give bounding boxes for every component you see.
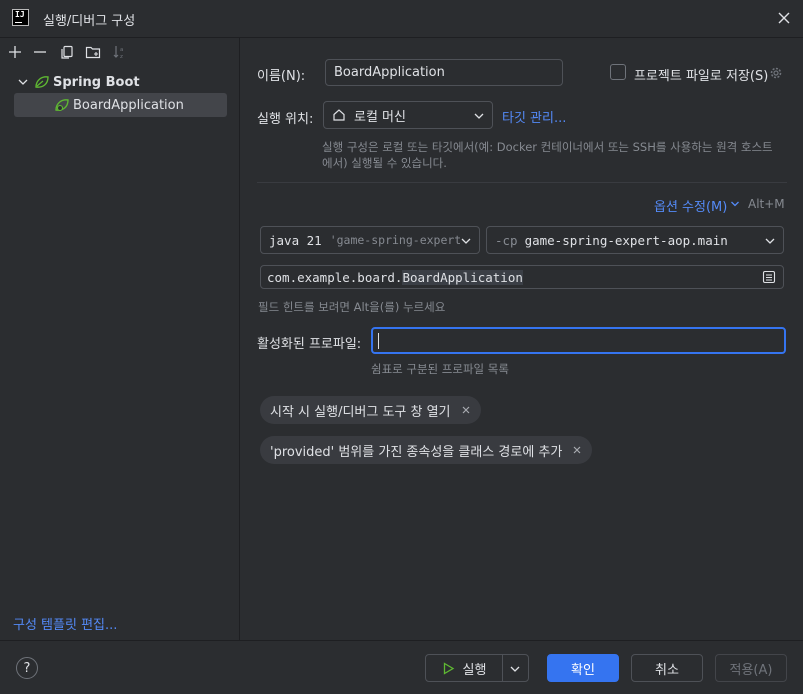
chevron-down-icon: [460, 235, 472, 247]
main-class-name: BoardApplication: [402, 269, 523, 285]
tree-item-board-application[interactable]: BoardApplication: [14, 93, 227, 117]
manage-targets-link[interactable]: 타깃 관리...: [502, 107, 566, 126]
window-title: 실행/디버그 구성: [43, 14, 136, 29]
jdk-dropdown[interactable]: java 21 'game-spring-expert: [260, 226, 480, 254]
copy-icon[interactable]: [59, 44, 75, 60]
classpath-module: game-spring-expert-aop.main: [524, 232, 728, 248]
sort-icon[interactable]: a z: [112, 44, 128, 60]
spring-boot-icon: [35, 76, 49, 88]
run-on-dropdown[interactable]: 로컬 머신: [323, 101, 493, 129]
classpath-flag: -cp: [495, 232, 518, 248]
option-chip-open-tool-window[interactable]: 시작 시 실행/디버그 도구 창 열기: [260, 396, 481, 424]
run-on-label: 실행 위치:: [257, 112, 314, 127]
close-icon[interactable]: [572, 445, 582, 455]
chevron-down-icon: [765, 238, 775, 244]
add-icon[interactable]: [7, 44, 23, 60]
tree-item-label: BoardApplication: [73, 97, 184, 113]
tree-group-spring-boot[interactable]: Spring Boot: [16, 70, 140, 94]
svg-text:z: z: [120, 54, 123, 60]
split-divider: [502, 655, 503, 681]
apply-button[interactable]: 적용(A): [715, 654, 787, 682]
gear-icon[interactable]: [768, 65, 784, 81]
config-form-panel: 이름(N): BoardApplication 프로젝트 파일로 저장(S) 실…: [241, 38, 803, 640]
run-button[interactable]: 실행: [426, 655, 502, 681]
name-input-value: BoardApplication: [334, 65, 445, 80]
store-as-project-file-checkbox[interactable]: [610, 64, 626, 80]
edit-templates-link[interactable]: 구성 템플릿 편집...: [13, 614, 117, 633]
svg-text:a: a: [120, 47, 123, 53]
jdk-version: java 21: [269, 232, 322, 248]
close-icon[interactable]: [461, 405, 471, 415]
jdk-module: 'game-spring-expert: [329, 233, 462, 247]
main-class-input[interactable]: com.example.board. BoardApplication: [260, 265, 784, 289]
browse-icon[interactable]: [762, 270, 776, 284]
name-label: 이름(N):: [257, 69, 306, 84]
remove-icon[interactable]: [32, 44, 48, 60]
active-profiles-label: 활성화된 프로파일:: [257, 337, 362, 352]
chevron-down-icon[interactable]: [16, 75, 30, 89]
modify-options-shortcut: Alt+M: [748, 197, 785, 211]
chevron-down-icon[interactable]: [509, 663, 521, 675]
modify-options-link[interactable]: 옵션 수정(M): [654, 196, 727, 215]
chip-label: 시작 시 실행/디버그 도구 창 열기: [270, 404, 451, 420]
config-tree-panel: a z Spring Boot BoardApplication 구성 템플릿 …: [0, 38, 240, 640]
active-profiles-hint: 쉼표로 구분된 프로파일 목록: [371, 362, 509, 376]
run-on-hint-line-2: 에서) 실행될 수 있습니다.: [322, 156, 447, 170]
chevron-down-icon: [474, 113, 484, 119]
name-input[interactable]: BoardApplication: [325, 59, 563, 86]
store-as-project-file-label: 프로젝트 파일로 저장(S): [634, 69, 769, 84]
dialog-footer: ? 실행 확인 취소 적용(A): [0, 640, 803, 694]
text-caret: [378, 332, 379, 349]
help-button[interactable]: ?: [16, 657, 38, 679]
active-profiles-input[interactable]: [371, 327, 786, 354]
run-on-hint-line-1: 실행 구성은 로컬 또는 타깃에서(예: Docker 컨테이너에서 또는 SS…: [322, 140, 773, 154]
spring-boot-run-icon: [55, 99, 69, 112]
ok-button[interactable]: 확인: [547, 654, 619, 682]
play-icon: [443, 661, 454, 675]
classpath-module-dropdown[interactable]: -cp game-spring-expert-aop.main: [486, 226, 784, 254]
new-folder-icon[interactable]: [85, 44, 101, 60]
option-chip-provided-scope[interactable]: 'provided' 범위를 가진 종속성을 클래스 경로에 추가: [260, 436, 593, 464]
title-bar: IJ 실행/디버그 구성: [0, 0, 803, 38]
run-button-label: 실행: [462, 662, 487, 678]
tree-group-label: Spring Boot: [53, 74, 140, 90]
chip-label: 'provided' 범위를 가진 종속성을 클래스 경로에 추가: [270, 444, 563, 460]
home-icon: [333, 109, 345, 121]
chevron-down-icon[interactable]: [730, 199, 740, 209]
main-class-package: com.example.board.: [267, 269, 403, 285]
tree-toolbar: a z: [0, 38, 240, 66]
intellij-logo-icon: IJ: [12, 9, 29, 26]
run-on-value: 로컬 머신: [354, 109, 406, 125]
field-hint: 필드 힌트를 보려면 Alt을(를) 누르세요: [258, 300, 446, 314]
divider: [257, 182, 787, 183]
run-split-button: 실행: [425, 654, 529, 682]
cancel-button[interactable]: 취소: [631, 654, 703, 682]
close-icon[interactable]: [775, 9, 793, 27]
